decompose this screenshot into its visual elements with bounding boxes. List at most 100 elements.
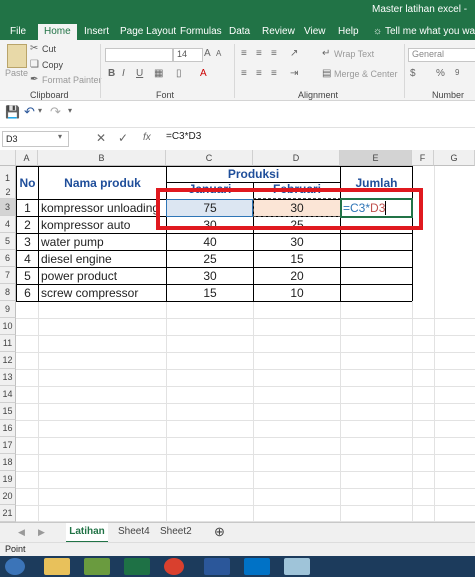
grow-font-icon[interactable]: A bbox=[204, 48, 211, 59]
header-no[interactable]: No bbox=[17, 167, 38, 199]
row-header[interactable]: 16 bbox=[0, 420, 16, 437]
orientation-icon[interactable]: ↗ bbox=[290, 48, 298, 59]
cell-nama[interactable]: diesel engine bbox=[41, 251, 166, 267]
row-header[interactable]: 5 bbox=[0, 233, 16, 250]
tab-help[interactable]: Help bbox=[338, 24, 359, 40]
column-header-d[interactable]: D bbox=[253, 150, 340, 166]
tab-home[interactable]: Home bbox=[38, 24, 77, 40]
cell-no[interactable]: 4 bbox=[17, 251, 38, 267]
align-top-icon[interactable]: ≡ bbox=[241, 48, 247, 59]
row-header[interactable]: 20 bbox=[0, 488, 16, 505]
tab-data[interactable]: Data bbox=[229, 24, 250, 40]
tab-view[interactable]: View bbox=[304, 24, 326, 40]
row-header[interactable]: 7 bbox=[0, 267, 16, 284]
word-icon[interactable] bbox=[204, 558, 230, 575]
column-header-e[interactable]: E bbox=[340, 150, 412, 166]
row-header[interactable]: 12 bbox=[0, 352, 16, 369]
enter-icon[interactable]: ✓ bbox=[118, 131, 128, 145]
chart-app-icon[interactable] bbox=[84, 558, 110, 575]
start-icon[interactable] bbox=[5, 558, 25, 575]
column-header-c[interactable]: C bbox=[166, 150, 253, 166]
column-header-g[interactable]: G bbox=[434, 150, 475, 166]
customize-qat-icon[interactable]: ▾ bbox=[68, 106, 72, 115]
cell-januari[interactable]: 25 bbox=[167, 251, 253, 267]
undo-dropdown-icon[interactable]: ▾ bbox=[38, 106, 42, 115]
cell-no[interactable]: 2 bbox=[17, 217, 38, 233]
row-header[interactable]: 18 bbox=[0, 454, 16, 471]
spreadsheet-grid[interactable]: A B C D E F G 1 2 3 4 5 6 7 8 9 10 11 12… bbox=[0, 150, 475, 522]
font-color-icon[interactable]: A bbox=[200, 68, 207, 79]
cut-button[interactable]: Cut bbox=[42, 44, 56, 54]
next-sheet-icon[interactable]: ▶ bbox=[38, 523, 45, 541]
comma-style-icon[interactable]: 9 bbox=[455, 68, 459, 77]
cell-no[interactable]: 5 bbox=[17, 268, 38, 284]
name-box-dropdown-icon[interactable]: ▾ bbox=[58, 132, 62, 141]
row-header[interactable]: 3 bbox=[0, 199, 16, 216]
redo-icon[interactable]: ↷ bbox=[50, 104, 61, 120]
prev-sheet-icon[interactable]: ◀ bbox=[18, 523, 25, 541]
row-header[interactable]: 15 bbox=[0, 403, 16, 420]
tab-insert[interactable]: Insert bbox=[84, 24, 109, 40]
formula-input[interactable]: =C3*D3 bbox=[166, 131, 201, 142]
column-header-a[interactable]: A bbox=[16, 150, 38, 166]
row-header[interactable]: 6 bbox=[0, 250, 16, 267]
align-middle-icon[interactable]: ≡ bbox=[256, 48, 262, 59]
cell-nama[interactable]: power product bbox=[41, 268, 166, 284]
cell-februari[interactable]: 15 bbox=[254, 251, 340, 267]
cell-februari[interactable]: 30 bbox=[254, 234, 340, 250]
insert-function-button[interactable]: fx bbox=[143, 132, 151, 143]
tab-file[interactable]: File bbox=[10, 24, 26, 40]
row-header[interactable]: 19 bbox=[0, 471, 16, 488]
indent-icon[interactable]: ⇥ bbox=[290, 68, 298, 79]
sheet-tab-sheet4[interactable]: Sheet4 bbox=[118, 523, 150, 541]
row-header[interactable]: 17 bbox=[0, 437, 16, 454]
cancel-icon[interactable]: ✕ bbox=[96, 131, 106, 145]
cell-januari[interactable]: 40 bbox=[167, 234, 253, 250]
merge-center-button[interactable]: Merge & Center bbox=[334, 69, 398, 79]
format-painter-button[interactable]: Format Painter bbox=[42, 75, 102, 85]
italic-button[interactable]: I bbox=[122, 68, 125, 79]
column-header-f[interactable]: F bbox=[412, 150, 434, 166]
tab-review[interactable]: Review bbox=[262, 24, 295, 40]
align-right-icon[interactable]: ≡ bbox=[271, 68, 277, 79]
sheet-tab-latihan[interactable]: Latihan bbox=[66, 523, 108, 543]
paste-icon[interactable] bbox=[7, 44, 27, 68]
file-explorer-icon[interactable] bbox=[44, 558, 70, 575]
align-bottom-icon[interactable]: ≡ bbox=[271, 48, 277, 59]
cell-no[interactable]: 1 bbox=[17, 200, 38, 216]
font-name-select[interactable] bbox=[105, 48, 173, 62]
row-header[interactable]: 2 bbox=[0, 186, 16, 199]
add-sheet-icon[interactable]: ⊕ bbox=[214, 523, 225, 541]
row-header[interactable]: 11 bbox=[0, 335, 16, 352]
column-header-b[interactable]: B bbox=[38, 150, 166, 166]
cell-no[interactable]: 3 bbox=[17, 234, 38, 250]
cell-no[interactable]: 6 bbox=[17, 285, 38, 301]
cell-nama[interactable]: water pump bbox=[41, 234, 166, 250]
app-icon[interactable] bbox=[284, 558, 310, 575]
shrink-font-icon[interactable]: A bbox=[216, 49, 221, 58]
percent-button[interactable]: % bbox=[436, 68, 445, 79]
row-header[interactable]: 13 bbox=[0, 369, 16, 386]
font-size-select[interactable]: 14 bbox=[173, 48, 203, 62]
row-header[interactable]: 10 bbox=[0, 318, 16, 335]
chrome-icon[interactable] bbox=[164, 558, 184, 575]
row-header[interactable]: 9 bbox=[0, 301, 16, 318]
header-produksi[interactable]: Produksi bbox=[167, 167, 340, 182]
cell-januari[interactable]: 15 bbox=[167, 285, 253, 301]
cell-nama[interactable]: kompressor unloading bbox=[41, 200, 166, 216]
currency-icon[interactable]: $ bbox=[410, 68, 416, 79]
wrap-text-button[interactable]: Wrap Text bbox=[334, 49, 374, 59]
undo-icon[interactable]: ↶ bbox=[24, 104, 35, 120]
select-all-corner[interactable] bbox=[0, 150, 16, 166]
tell-me-box[interactable]: Tell me what you want to bbox=[385, 24, 475, 40]
underline-button[interactable]: U bbox=[136, 68, 143, 79]
cell-nama[interactable]: screw compressor bbox=[41, 285, 166, 301]
align-center-icon[interactable]: ≡ bbox=[256, 68, 262, 79]
cell-februari[interactable]: 10 bbox=[254, 285, 340, 301]
borders-icon[interactable]: ▦ bbox=[154, 68, 163, 79]
fill-color-icon[interactable]: ▯ bbox=[176, 68, 182, 79]
row-header[interactable]: 21 bbox=[0, 505, 16, 522]
cell-februari[interactable]: 20 bbox=[254, 268, 340, 284]
copy-button[interactable]: Copy bbox=[42, 60, 63, 70]
header-nama-produk[interactable]: Nama produk bbox=[39, 167, 166, 199]
